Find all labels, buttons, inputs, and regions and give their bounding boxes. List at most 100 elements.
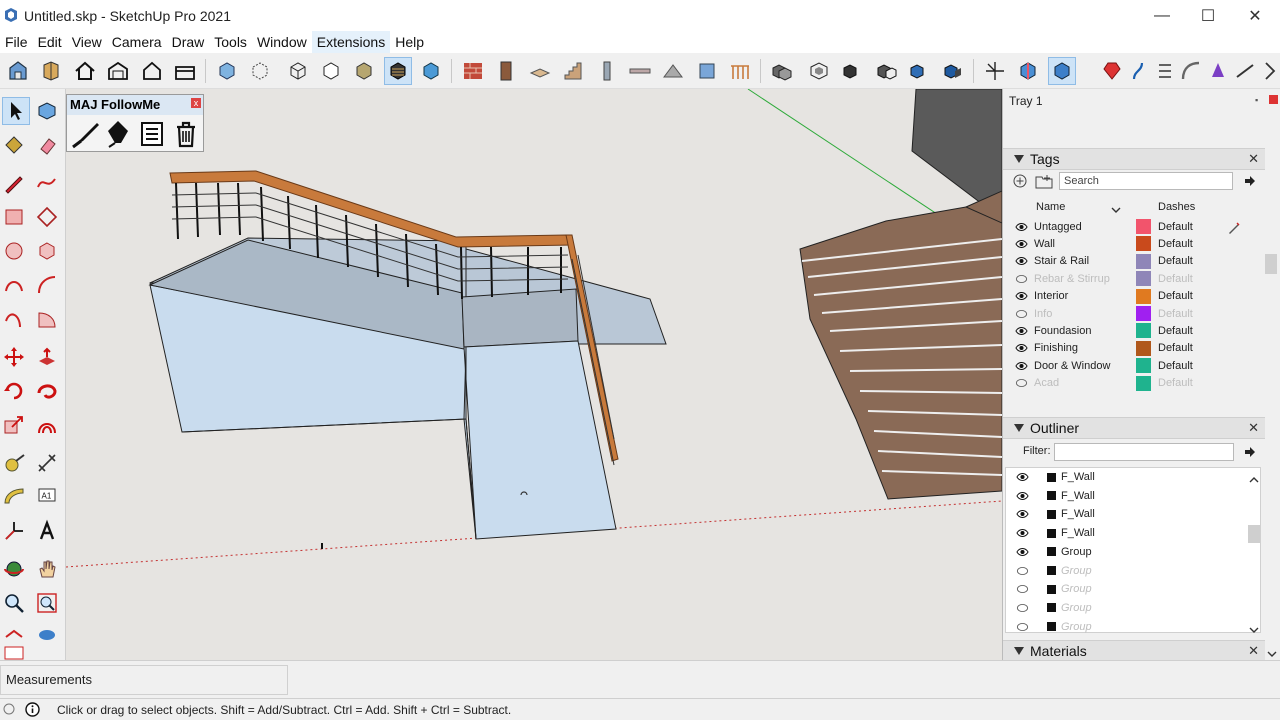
- eye-hidden-icon[interactable]: [1015, 601, 1029, 615]
- brush-icon[interactable]: [71, 119, 101, 149]
- arc-icon[interactable]: [0, 271, 28, 299]
- measurements-input[interactable]: [0, 665, 288, 695]
- tag-name[interactable]: Door & Window: [1034, 360, 1110, 372]
- roof-icon[interactable]: [659, 57, 687, 85]
- outliner-item-name[interactable]: Group: [1061, 602, 1092, 614]
- polygon-icon[interactable]: [33, 237, 61, 265]
- railing-icon[interactable]: [726, 57, 754, 85]
- beam-icon[interactable]: [626, 57, 654, 85]
- eye-visible-icon[interactable]: [1014, 289, 1028, 303]
- maj-followme-title[interactable]: MAJ FollowMe: [67, 95, 203, 115]
- hidden-line-icon[interactable]: [317, 57, 345, 85]
- outliner-row[interactable]: Group: [1003, 543, 1249, 561]
- outliner-item-name[interactable]: F_Wall: [1061, 471, 1095, 483]
- back-edges-icon[interactable]: [246, 57, 274, 85]
- column-icon[interactable]: [593, 57, 621, 85]
- slab-blue-icon[interactable]: [693, 57, 721, 85]
- solid-union-icon[interactable]: [767, 57, 795, 85]
- tag-color-swatch[interactable]: [1136, 358, 1151, 374]
- shaded-textures-icon[interactable]: [384, 57, 412, 85]
- orbit-icon[interactable]: [0, 555, 28, 583]
- solid-outer-shell-icon[interactable]: [805, 57, 833, 85]
- eye-hidden-icon[interactable]: [1015, 620, 1029, 634]
- tag-row[interactable]: Wall Default: [1003, 235, 1259, 252]
- tray-pin-icon[interactable]: ▪: [1255, 95, 1258, 105]
- outliner-item-name[interactable]: F_Wall: [1061, 508, 1095, 520]
- pencil-line-icon[interactable]: [0, 169, 28, 197]
- circle-icon[interactable]: [0, 237, 28, 265]
- menu-tools[interactable]: Tools: [209, 31, 252, 53]
- outliner-item-name[interactable]: Group: [1061, 546, 1092, 558]
- tag-row[interactable]: Finishing Default: [1003, 340, 1259, 357]
- outliner-row[interactable]: F_Wall: [1003, 505, 1249, 523]
- solid-intersect-icon[interactable]: [838, 57, 866, 85]
- outliner-item-name[interactable]: F_Wall: [1061, 527, 1095, 539]
- tag-color-swatch[interactable]: [1136, 219, 1151, 234]
- eye-visible-icon[interactable]: [1014, 237, 1028, 251]
- protractor-icon[interactable]: [0, 483, 28, 511]
- pen-nib-icon[interactable]: [103, 119, 133, 149]
- monochrome-icon[interactable]: [417, 57, 445, 85]
- tag-dashes[interactable]: Default: [1158, 308, 1193, 320]
- tags-column-dashes[interactable]: Dashes: [1158, 201, 1195, 213]
- tag-row[interactable]: Interior Default: [1003, 288, 1259, 305]
- solid-trim-icon[interactable]: [905, 57, 933, 85]
- house-outline-icon[interactable]: [138, 57, 166, 85]
- wireframe-icon[interactable]: [284, 57, 312, 85]
- tag-row[interactable]: Door & Window Default: [1003, 357, 1259, 374]
- tags-details-arrow-icon[interactable]: [1243, 174, 1257, 188]
- rotated-rectangle-icon[interactable]: [33, 203, 61, 231]
- axes-tool-icon[interactable]: [0, 517, 28, 545]
- tags-panel-header[interactable]: Tags ✕: [1003, 148, 1265, 170]
- house-side-icon[interactable]: [171, 57, 199, 85]
- tape-measure-icon[interactable]: [0, 449, 28, 477]
- follow-me-extension-icon[interactable]: [1124, 57, 1152, 85]
- outliner-scrollbar[interactable]: [1248, 525, 1260, 543]
- menu-draw[interactable]: Draw: [167, 31, 210, 53]
- axes-icon[interactable]: [981, 57, 1009, 85]
- tag-color-swatch[interactable]: [1136, 271, 1151, 287]
- minimize-button[interactable]: —: [1139, 0, 1185, 31]
- tag-dashes[interactable]: Default: [1158, 342, 1193, 354]
- collapse-triangle-icon[interactable]: [1014, 647, 1024, 655]
- tag-dashes[interactable]: Default: [1158, 325, 1193, 337]
- house-front-icon[interactable]: [104, 57, 132, 85]
- spring-tool-icon[interactable]: [1151, 57, 1179, 85]
- skin-extension-icon[interactable]: [1204, 57, 1232, 85]
- pan-hand-icon[interactable]: [33, 555, 61, 583]
- trash-icon[interactable]: [171, 119, 201, 149]
- sort-chevron-down-icon[interactable]: [1111, 202, 1121, 213]
- outliner-close-button[interactable]: ✕: [1248, 420, 1259, 436]
- eye-hidden-icon[interactable]: [1014, 272, 1028, 286]
- tag-row[interactable]: Info Default: [1003, 305, 1259, 322]
- section-plane-icon[interactable]: [1014, 57, 1042, 85]
- walk-icon[interactable]: [33, 619, 61, 647]
- materials-close-button[interactable]: ✕: [1248, 643, 1259, 659]
- curve-tool-icon[interactable]: [1177, 57, 1205, 85]
- display-section-icon[interactable]: [1048, 57, 1076, 85]
- tag-name[interactable]: Stair & Rail: [1034, 255, 1089, 267]
- eye-visible-icon[interactable]: [1015, 470, 1029, 484]
- tray-close-icon[interactable]: [1269, 95, 1278, 104]
- tag-name[interactable]: Finishing: [1034, 342, 1078, 354]
- solid-split-icon[interactable]: [939, 57, 967, 85]
- outliner-row[interactable]: Group: [1003, 599, 1249, 617]
- menu-file[interactable]: File: [0, 31, 33, 53]
- pie-icon[interactable]: [33, 305, 61, 333]
- tag-color-swatch[interactable]: [1136, 253, 1151, 269]
- eye-visible-icon[interactable]: [1014, 341, 1028, 355]
- tray-scrollbar-down-icon[interactable]: [1267, 646, 1277, 657]
- rotate-icon[interactable]: [0, 377, 28, 405]
- tag-color-swatch[interactable]: [1136, 306, 1151, 321]
- outliner-row[interactable]: F_Wall: [1003, 524, 1249, 542]
- outliner-scroll-up-icon[interactable]: [1249, 472, 1259, 483]
- tag-name[interactable]: Wall: [1034, 238, 1055, 250]
- component-icon[interactable]: [37, 57, 65, 85]
- shape-bender-icon[interactable]: [1231, 57, 1259, 85]
- push-pull-icon[interactable]: [33, 343, 61, 371]
- eye-hidden-icon[interactable]: [1014, 376, 1028, 390]
- instructor-info-icon[interactable]: [25, 702, 40, 717]
- move-icon[interactable]: [0, 343, 28, 371]
- rectangle-icon[interactable]: [0, 203, 28, 231]
- eye-visible-icon[interactable]: [1015, 526, 1029, 540]
